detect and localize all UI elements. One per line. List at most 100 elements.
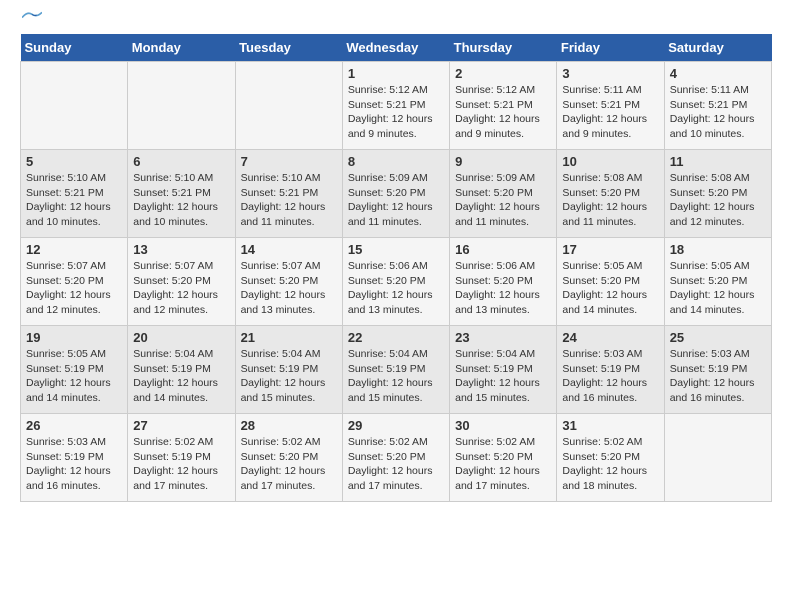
calendar-day-cell: 5 Sunrise: 5:10 AM Sunset: 5:21 PM Daylig…	[21, 150, 128, 238]
day-info: Sunrise: 5:02 AM Sunset: 5:20 PM Dayligh…	[455, 435, 551, 494]
day-number: 14	[241, 242, 337, 257]
calendar-day-cell: 18 Sunrise: 5:05 AM Sunset: 5:20 PM Dayli…	[664, 238, 771, 326]
day-number: 1	[348, 66, 444, 81]
logo	[20, 20, 42, 24]
day-info: Sunrise: 5:03 AM Sunset: 5:19 PM Dayligh…	[26, 435, 122, 494]
day-number: 27	[133, 418, 229, 433]
logo-bird-icon	[22, 10, 42, 24]
day-number: 26	[26, 418, 122, 433]
calendar-day-cell: 28 Sunrise: 5:02 AM Sunset: 5:20 PM Dayli…	[235, 414, 342, 502]
calendar-day-cell: 23Sunrise: 5:04 AM Sunset: 5:19 PM Dayli…	[450, 326, 557, 414]
day-info: Sunrise: 5:09 AM Sunset: 5:20 PM Dayligh…	[348, 171, 444, 230]
calendar-day-cell: 9Sunrise: 5:09 AM Sunset: 5:20 PM Daylig…	[450, 150, 557, 238]
day-number: 7	[241, 154, 337, 169]
day-info: Sunrise: 5:05 AM Sunset: 5:20 PM Dayligh…	[562, 259, 658, 318]
day-number: 10	[562, 154, 658, 169]
calendar-day-cell: 19 Sunrise: 5:05 AM Sunset: 5:19 PM Dayli…	[21, 326, 128, 414]
calendar-day-cell: 4 Sunrise: 5:11 AM Sunset: 5:21 PM Daylig…	[664, 62, 771, 150]
calendar-day-cell: 6Sunrise: 5:10 AM Sunset: 5:21 PM Daylig…	[128, 150, 235, 238]
calendar-day-cell: 20 Sunrise: 5:04 AM Sunset: 5:19 PM Dayli…	[128, 326, 235, 414]
calendar-week-row: 19 Sunrise: 5:05 AM Sunset: 5:19 PM Dayli…	[21, 326, 772, 414]
day-info: Sunrise: 5:03 AM Sunset: 5:19 PM Dayligh…	[670, 347, 766, 406]
day-info: Sunrise: 5:04 AM Sunset: 5:19 PM Dayligh…	[241, 347, 337, 406]
day-info: Sunrise: 5:08 AM Sunset: 5:20 PM Dayligh…	[670, 171, 766, 230]
day-info: Sunrise: 5:05 AM Sunset: 5:20 PM Dayligh…	[670, 259, 766, 318]
calendar-day-cell: 29 Sunrise: 5:02 AM Sunset: 5:20 PM Dayli…	[342, 414, 449, 502]
calendar-day-cell: 16Sunrise: 5:06 AM Sunset: 5:20 PM Dayli…	[450, 238, 557, 326]
weekday-header-thursday: Thursday	[450, 34, 557, 62]
calendar-day-cell: 31 Sunrise: 5:02 AM Sunset: 5:20 PM Dayli…	[557, 414, 664, 502]
day-info: Sunrise: 5:12 AM Sunset: 5:21 PM Dayligh…	[455, 83, 551, 142]
weekday-header-wednesday: Wednesday	[342, 34, 449, 62]
calendar-table: SundayMondayTuesdayWednesdayThursdayFrid…	[20, 34, 772, 502]
day-info: Sunrise: 5:02 AM Sunset: 5:20 PM Dayligh…	[348, 435, 444, 494]
empty-day-cell	[235, 62, 342, 150]
day-info: Sunrise: 5:10 AM Sunset: 5:21 PM Dayligh…	[26, 171, 122, 230]
day-number: 17	[562, 242, 658, 257]
day-number: 28	[241, 418, 337, 433]
day-number: 31	[562, 418, 658, 433]
day-info: Sunrise: 5:11 AM Sunset: 5:21 PM Dayligh…	[562, 83, 658, 142]
weekday-header-row: SundayMondayTuesdayWednesdayThursdayFrid…	[21, 34, 772, 62]
calendar-week-row: 12Sunrise: 5:07 AM Sunset: 5:20 PM Dayli…	[21, 238, 772, 326]
day-info: Sunrise: 5:04 AM Sunset: 5:19 PM Dayligh…	[348, 347, 444, 406]
day-info: Sunrise: 5:02 AM Sunset: 5:20 PM Dayligh…	[241, 435, 337, 494]
calendar-day-cell: 11 Sunrise: 5:08 AM Sunset: 5:20 PM Dayli…	[664, 150, 771, 238]
calendar-day-cell: 17 Sunrise: 5:05 AM Sunset: 5:20 PM Dayli…	[557, 238, 664, 326]
calendar-day-cell: 2 Sunrise: 5:12 AM Sunset: 5:21 PM Daylig…	[450, 62, 557, 150]
calendar-day-cell: 10 Sunrise: 5:08 AM Sunset: 5:20 PM Dayli…	[557, 150, 664, 238]
weekday-header-saturday: Saturday	[664, 34, 771, 62]
day-number: 3	[562, 66, 658, 81]
day-info: Sunrise: 5:07 AM Sunset: 5:20 PM Dayligh…	[241, 259, 337, 318]
day-number: 30	[455, 418, 551, 433]
day-number: 13	[133, 242, 229, 257]
day-number: 4	[670, 66, 766, 81]
day-info: Sunrise: 5:11 AM Sunset: 5:21 PM Dayligh…	[670, 83, 766, 142]
day-number: 9	[455, 154, 551, 169]
calendar-day-cell: 30 Sunrise: 5:02 AM Sunset: 5:20 PM Dayli…	[450, 414, 557, 502]
calendar-day-cell: 27 Sunrise: 5:02 AM Sunset: 5:19 PM Dayli…	[128, 414, 235, 502]
day-info: Sunrise: 5:02 AM Sunset: 5:20 PM Dayligh…	[562, 435, 658, 494]
day-number: 29	[348, 418, 444, 433]
day-info: Sunrise: 5:03 AM Sunset: 5:19 PM Dayligh…	[562, 347, 658, 406]
calendar-week-row: 1 Sunrise: 5:12 AM Sunset: 5:21 PM Daylig…	[21, 62, 772, 150]
day-number: 19	[26, 330, 122, 345]
day-info: Sunrise: 5:05 AM Sunset: 5:19 PM Dayligh…	[26, 347, 122, 406]
day-number: 24	[562, 330, 658, 345]
day-number: 20	[133, 330, 229, 345]
day-number: 15	[348, 242, 444, 257]
calendar-day-cell: 7Sunrise: 5:10 AM Sunset: 5:21 PM Daylig…	[235, 150, 342, 238]
calendar-day-cell: 13 Sunrise: 5:07 AM Sunset: 5:20 PM Dayli…	[128, 238, 235, 326]
day-info: Sunrise: 5:07 AM Sunset: 5:20 PM Dayligh…	[26, 259, 122, 318]
day-number: 22	[348, 330, 444, 345]
calendar-day-cell: 22 Sunrise: 5:04 AM Sunset: 5:19 PM Dayli…	[342, 326, 449, 414]
day-number: 16	[455, 242, 551, 257]
day-number: 18	[670, 242, 766, 257]
calendar-week-row: 5 Sunrise: 5:10 AM Sunset: 5:21 PM Daylig…	[21, 150, 772, 238]
day-number: 5	[26, 154, 122, 169]
calendar-day-cell: 12Sunrise: 5:07 AM Sunset: 5:20 PM Dayli…	[21, 238, 128, 326]
calendar-day-cell: 15 Sunrise: 5:06 AM Sunset: 5:20 PM Dayli…	[342, 238, 449, 326]
weekday-header-monday: Monday	[128, 34, 235, 62]
calendar-day-cell: 26 Sunrise: 5:03 AM Sunset: 5:19 PM Dayli…	[21, 414, 128, 502]
day-number: 21	[241, 330, 337, 345]
day-info: Sunrise: 5:07 AM Sunset: 5:20 PM Dayligh…	[133, 259, 229, 318]
day-info: Sunrise: 5:02 AM Sunset: 5:19 PM Dayligh…	[133, 435, 229, 494]
calendar-day-cell: 3 Sunrise: 5:11 AM Sunset: 5:21 PM Daylig…	[557, 62, 664, 150]
calendar-day-cell: 8 Sunrise: 5:09 AM Sunset: 5:20 PM Daylig…	[342, 150, 449, 238]
day-info: Sunrise: 5:04 AM Sunset: 5:19 PM Dayligh…	[133, 347, 229, 406]
day-info: Sunrise: 5:08 AM Sunset: 5:20 PM Dayligh…	[562, 171, 658, 230]
empty-day-cell	[664, 414, 771, 502]
empty-day-cell	[128, 62, 235, 150]
day-number: 8	[348, 154, 444, 169]
header	[20, 20, 772, 24]
weekday-header-tuesday: Tuesday	[235, 34, 342, 62]
day-info: Sunrise: 5:06 AM Sunset: 5:20 PM Dayligh…	[348, 259, 444, 318]
calendar-day-cell: 1Sunrise: 5:12 AM Sunset: 5:21 PM Daylig…	[342, 62, 449, 150]
day-number: 2	[455, 66, 551, 81]
day-number: 11	[670, 154, 766, 169]
weekday-header-sunday: Sunday	[21, 34, 128, 62]
calendar-day-cell: 21 Sunrise: 5:04 AM Sunset: 5:19 PM Dayli…	[235, 326, 342, 414]
calendar-day-cell: 24 Sunrise: 5:03 AM Sunset: 5:19 PM Dayli…	[557, 326, 664, 414]
empty-day-cell	[21, 62, 128, 150]
